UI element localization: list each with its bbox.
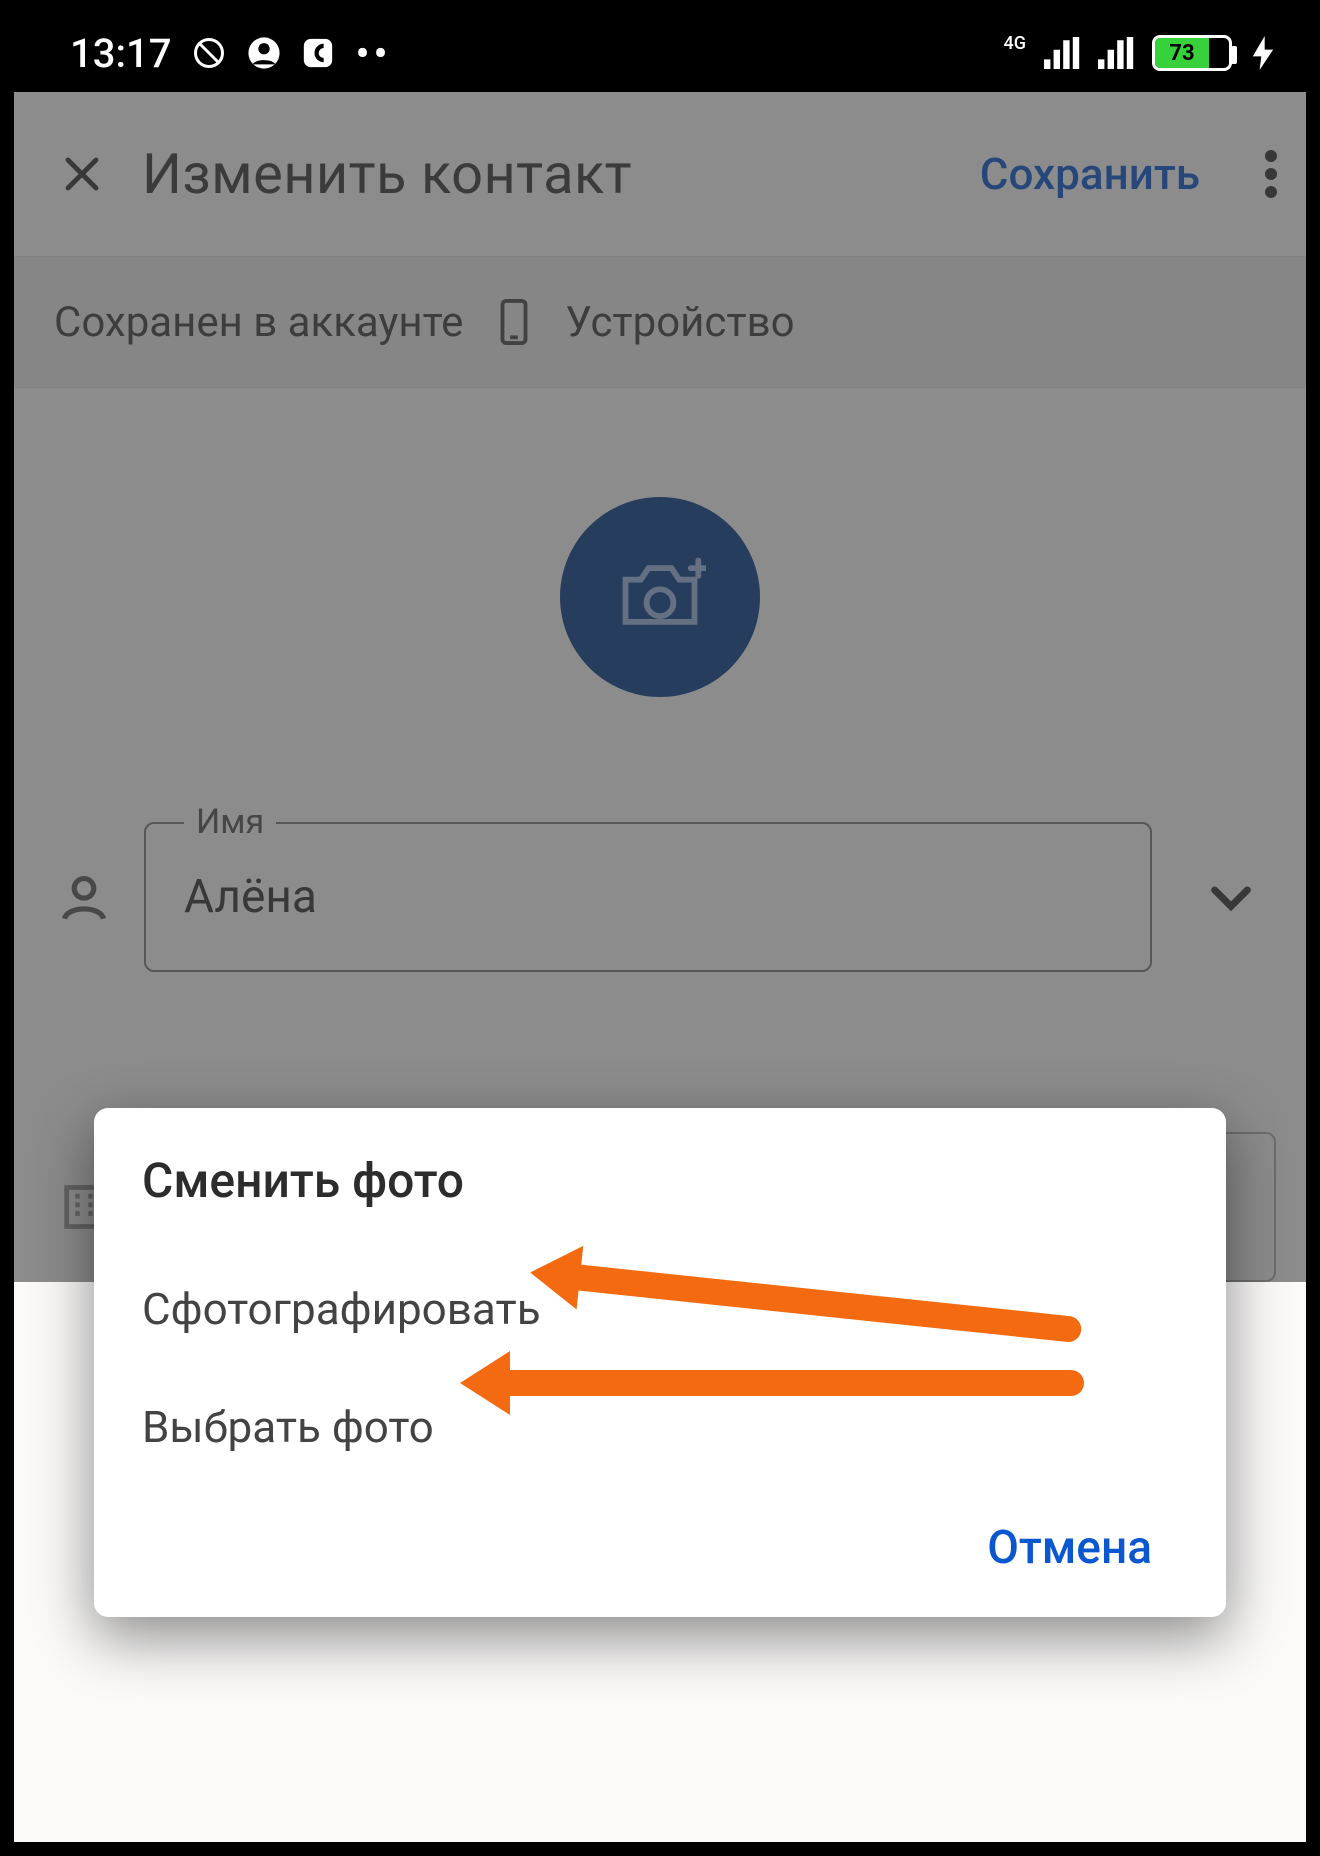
app-icon <box>301 36 335 70</box>
change-photo-dialog: Сменить фото Сфотографировать Выбрать фо… <box>94 1108 1226 1617</box>
network-type-label: 4G <box>1004 33 1027 54</box>
signal-1-icon <box>1040 37 1080 69</box>
charging-icon <box>1252 36 1274 70</box>
more-notifications-icon: •• <box>355 30 391 77</box>
modal-scrim[interactable] <box>14 92 1306 1282</box>
battery-percent: 73 <box>1155 38 1209 68</box>
clock: 13:17 <box>70 30 171 77</box>
annotation-arrow <box>494 1370 1084 1396</box>
dnd-off-icon <box>191 35 227 71</box>
cancel-button[interactable]: Отмена <box>961 1507 1178 1589</box>
dialog-title: Сменить фото <box>142 1152 1178 1209</box>
status-bar: 13:17 •• 4G 73 <box>14 14 1306 92</box>
account-icon <box>247 36 281 70</box>
battery-indicator: 73 <box>1152 35 1232 71</box>
signal-2-icon <box>1094 37 1134 69</box>
